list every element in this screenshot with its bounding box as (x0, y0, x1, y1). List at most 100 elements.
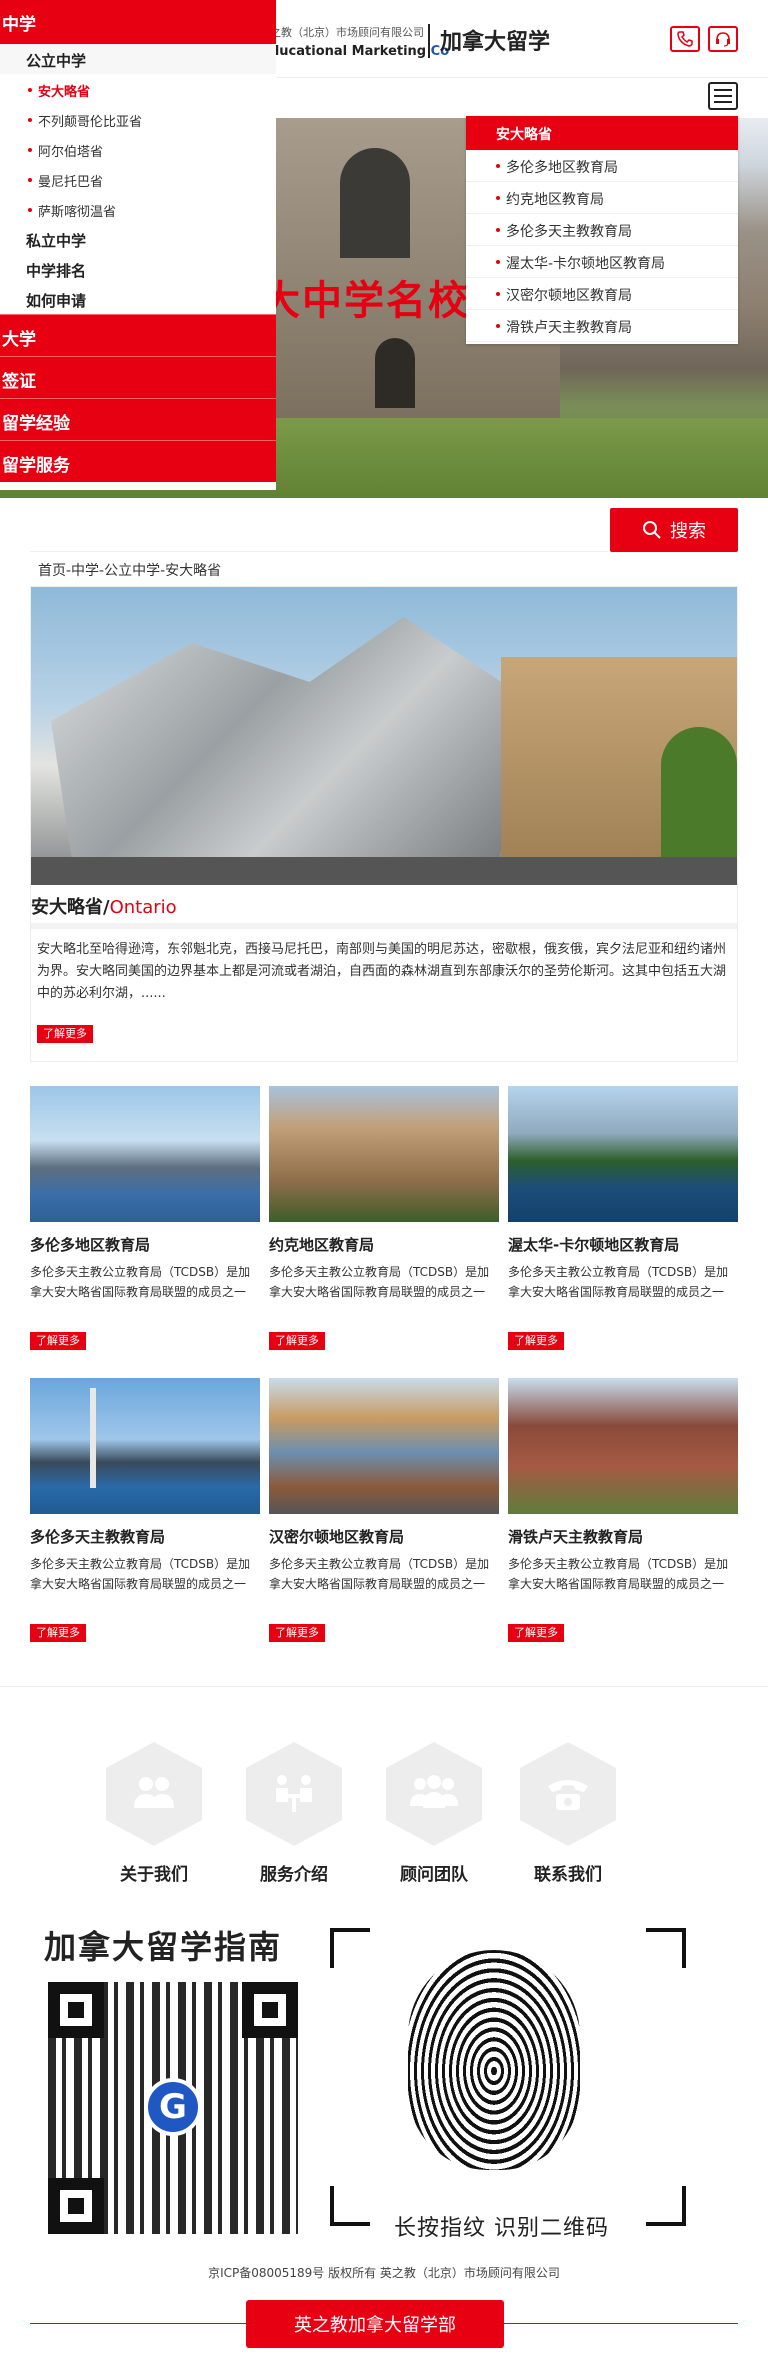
feature-title-en: Ontario (109, 897, 177, 918)
nav-study-experience[interactable]: 留学经验 (0, 398, 276, 440)
board-card[interactable]: 多伦多天主教教育局 多伦多天主教公立教育局（TCDSB）是加拿大安大略省国际教育… (30, 1378, 260, 1658)
search-icon (643, 521, 661, 539)
card-learn-more-button[interactable]: 了解更多 (269, 1332, 325, 1350)
board-card[interactable]: 多伦多地区教育局 多伦多天主教公立教育局（TCDSB）是加拿大安大略省国际教育局… (30, 1086, 260, 1366)
nav-university[interactable]: 大学 (0, 314, 276, 356)
study-guide-title: 加拿大留学指南 (44, 1928, 283, 1966)
card-title[interactable]: 渥太华-卡尔顿地区教育局 (508, 1234, 679, 1255)
card-title[interactable]: 多伦多地区教育局 (30, 1234, 150, 1255)
nav-public-school[interactable]: 公立中学 (0, 44, 276, 74)
board-card[interactable]: 渥太华-卡尔顿地区教育局 多伦多天主教公立教育局（TCDSB）是加拿大安大略省国… (508, 1086, 738, 1366)
card-learn-more-button[interactable]: 了解更多 (30, 1332, 86, 1350)
customer-service-button[interactable] (708, 26, 738, 52)
nav-province-bc[interactable]: 不列颠哥伦比亚省 (0, 104, 276, 134)
nav-how-to-apply[interactable]: 如何申请 (0, 284, 276, 314)
museum-street (31, 857, 737, 885)
scan-frame-corner (330, 2186, 370, 2226)
board-card[interactable]: 滑铁卢天主教教育局 多伦多天主教公立教育局（TCDSB）是加拿大安大略省国际教育… (508, 1378, 738, 1658)
services-label[interactable]: 服务介绍 (246, 1860, 342, 1885)
card-description: 多伦多天主教公立教育局（TCDSB）是加拿大安大略省国际教育局联盟的成员之一 (269, 1265, 490, 1299)
qr-finder (48, 2178, 104, 2234)
nav-province-manitoba[interactable]: 曼尼托巴省 (0, 164, 276, 194)
card-image-row-houses[interactable] (269, 1378, 499, 1514)
museum-crystal (51, 617, 521, 877)
feature-divider (31, 923, 737, 929)
submenu-item[interactable]: 渥太华-卡尔顿地区教育局 (466, 246, 738, 278)
team-hex[interactable] (386, 1742, 482, 1846)
card-title[interactable]: 汉密尔顿地区教育局 (269, 1526, 404, 1547)
feature-learn-more-button[interactable]: 了解更多 (37, 1025, 93, 1043)
wechat-qr-code[interactable]: G (48, 1982, 298, 2234)
services-link[interactable]: 服务介绍 (246, 1742, 342, 1885)
team-icon (410, 1775, 458, 1808)
fingerprint-icon[interactable] (408, 1950, 580, 2170)
card-title[interactable]: 滑铁卢天主教教育局 (508, 1526, 643, 1547)
about-us-link[interactable]: 关于我们 (106, 1742, 202, 1885)
search-input[interactable] (30, 506, 608, 552)
submenu-item[interactable]: 多伦多地区教育局 (466, 150, 738, 182)
feature-description: 安大略北至哈得逊湾，东邻魁北克，西接马尼托巴，南部则与美国的明尼苏达，密歇根，俄… (37, 942, 727, 1001)
section-divider (0, 1686, 768, 1687)
feature-title-cn: 安大略省/ (31, 897, 110, 918)
logo-company-name: 之教（北京）市场顾问有限公司 (270, 26, 424, 39)
card-learn-more-button[interactable]: 了解更多 (508, 1332, 564, 1350)
services-hex[interactable] (246, 1742, 342, 1846)
board-card[interactable]: 汉密尔顿地区教育局 多伦多天主教公立教育局（TCDSB）是加拿大安大略省国际教育… (269, 1378, 499, 1658)
feature-title: 安大略省/Ontario (31, 893, 177, 919)
card-learn-more-button[interactable]: 了解更多 (508, 1624, 564, 1642)
card-title[interactable]: 约克地区教育局 (269, 1234, 374, 1255)
contact-us-label[interactable]: 联系我们 (520, 1860, 616, 1885)
hero-window (340, 148, 410, 258)
about-us-label[interactable]: 关于我们 (106, 1860, 202, 1885)
hero-door (375, 338, 415, 408)
breadcrumb: 首页-中学-公立中学-安大略省 (38, 563, 222, 579)
card-learn-more-button[interactable]: 了解更多 (30, 1624, 86, 1642)
about-us-hex[interactable] (106, 1742, 202, 1846)
footer-department-button[interactable]: 英之教加拿大留学部 (246, 2300, 504, 2348)
nav-visa[interactable]: 签证 (0, 356, 276, 398)
nav-province-alberta[interactable]: 阿尔伯塔省 (0, 134, 276, 164)
nav-province-saskatchewan[interactable]: 萨斯喀彻温省 (0, 194, 276, 224)
ontario-museum-image (31, 587, 737, 885)
team-link[interactable]: 顾问团队 (386, 1742, 482, 1885)
cn-tower (90, 1388, 96, 1488)
scan-hint-text: 长按指纹 识别二维码 (394, 2216, 609, 2241)
headset-icon (716, 32, 730, 47)
search-button-label: 搜索 (670, 521, 706, 542)
team-label[interactable]: 顾问团队 (386, 1860, 482, 1885)
submenu-item[interactable]: 汉密尔顿地区教育局 (466, 278, 738, 310)
board-card[interactable]: 约克地区教育局 多伦多天主教公立教育局（TCDSB）是加拿大安大略省国际教育局联… (269, 1086, 499, 1366)
qr-logo: G (144, 2078, 202, 2136)
phone-button[interactable] (670, 26, 700, 52)
hamburger-menu-icon[interactable] (708, 82, 738, 110)
logo-english-part1: ducational Marketing (270, 44, 427, 59)
card-description: 多伦多天主教公立教育局（TCDSB）是加拿大安大略省国际教育局联盟的成员之一 (508, 1557, 729, 1591)
scan-frame-corner (330, 1928, 370, 1968)
submenu-item[interactable]: 约克地区教育局 (466, 182, 738, 214)
card-learn-more-button[interactable]: 了解更多 (269, 1624, 325, 1642)
nav-private-school[interactable]: 私立中学 (0, 224, 276, 254)
card-title[interactable]: 多伦多天主教教育局 (30, 1526, 165, 1547)
contact-us-link[interactable]: 联系我们 (520, 1742, 616, 1885)
site-title[interactable]: 加拿大留学 (440, 24, 550, 56)
nav-province-ontario[interactable]: 安大略省 (0, 74, 276, 104)
card-description: 多伦多天主教公立教育局（TCDSB）是加拿大安大略省国际教育局联盟的成员之一 (30, 1265, 251, 1299)
card-image-brick-mansion[interactable] (508, 1378, 738, 1514)
card-image-cn-tower[interactable] (30, 1378, 260, 1514)
icp-copyright: 京ICP备08005189号 版权所有 英之教（北京）市场顾问有限公司 (208, 2266, 560, 2280)
card-image-toronto-skyline[interactable] (30, 1086, 260, 1222)
submenu-item[interactable]: 多伦多天主教教育局 (466, 214, 738, 246)
card-image-river-city[interactable] (508, 1086, 738, 1222)
card-image-gothic-building[interactable] (269, 1086, 499, 1222)
nav-school-ranking[interactable]: 中学排名 (0, 254, 276, 284)
scan-frame-corner (646, 1928, 686, 1968)
qr-finder (48, 1982, 104, 2038)
contact-us-hex[interactable] (520, 1742, 616, 1846)
nav-middle-school[interactable]: 中学 (0, 0, 276, 44)
card-description: 多伦多天主教公立教育局（TCDSB）是加拿大安大略省国际教育局联盟的成员之一 (508, 1265, 729, 1299)
nav-study-service[interactable]: 留学服务 (0, 440, 276, 482)
search-button[interactable]: 搜索 (610, 508, 738, 552)
submenu-item[interactable]: 滑铁卢天主教教育局 (466, 310, 738, 342)
people-icon (134, 1777, 174, 1808)
ontario-submenu: 安大略省 多伦多地区教育局 约克地区教育局 多伦多天主教教育局 渥太华-卡尔顿地… (466, 116, 738, 344)
